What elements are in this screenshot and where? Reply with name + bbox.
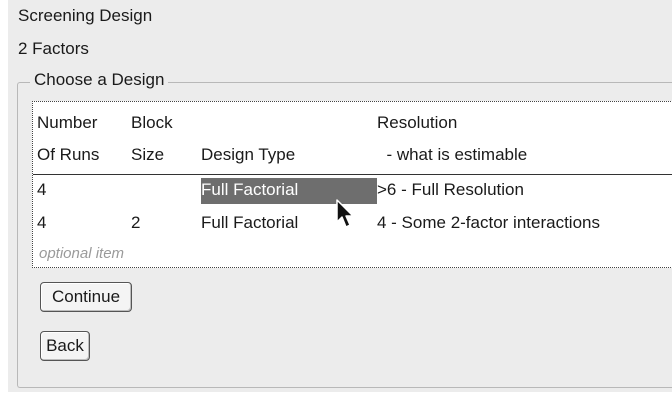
- header-block-line2: Size: [131, 145, 165, 164]
- design-list[interactable]: Number Block Resolution Of Runs Size Des…: [32, 101, 672, 268]
- cell-resolution: >6 - Full Resolution: [377, 180, 524, 199]
- cell-resolution: 4 - Some 2-factor interactions: [377, 213, 600, 232]
- continue-button[interactable]: Continue: [40, 282, 132, 312]
- header-separator: [33, 174, 672, 175]
- cell-runs: 4: [37, 180, 47, 199]
- group-legend: Choose a Design: [30, 70, 169, 90]
- back-button[interactable]: Back: [40, 331, 90, 361]
- header-resolution-line1: Resolution: [377, 113, 458, 132]
- header-type-line2: Design Type: [201, 145, 296, 164]
- window-title: Screening Design: [18, 6, 153, 25]
- mouse-pointer-icon: [336, 199, 354, 228]
- factor-count-label: 2 Factors: [18, 39, 89, 58]
- header-runs-line1: Number: [37, 113, 98, 132]
- header-resolution-line2: - what is estimable: [377, 145, 528, 164]
- header-runs-line2: Of Runs: [37, 145, 100, 164]
- cell-runs: 4: [37, 213, 47, 232]
- header-block-line1: Block: [131, 113, 173, 132]
- cell-block: 2: [131, 213, 141, 232]
- cell-type: Full Factorial: [201, 180, 299, 199]
- cell-type: Full Factorial: [201, 213, 299, 232]
- optional-item-label: optional item: [39, 245, 125, 262]
